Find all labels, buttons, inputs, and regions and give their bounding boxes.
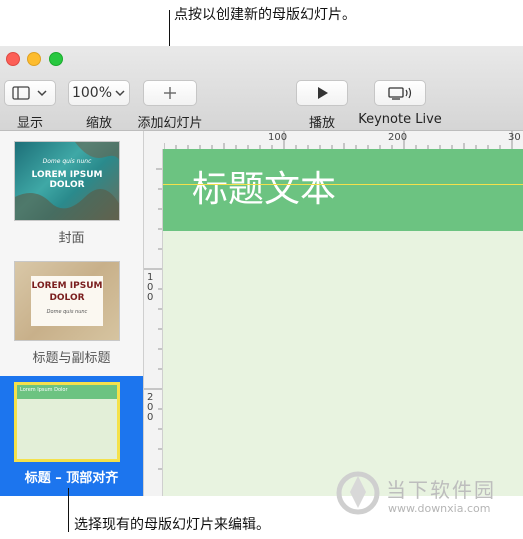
ruler-ticks xyxy=(164,131,513,149)
chevron-down-icon xyxy=(37,90,47,97)
add-slide-button[interactable] xyxy=(143,80,197,106)
master-slide-cover[interactable]: Dome quis nunc LOREM IPSUM DOLOR xyxy=(14,141,120,221)
watermark-url-text: www.downxia.com xyxy=(388,502,491,515)
watermark: 当下软件园 www.downxia.com xyxy=(336,468,516,528)
callout-bottom-line xyxy=(68,488,69,532)
master-slide-label: 标题与副标题 xyxy=(32,351,111,366)
callout-top: 点按以创建新的母版幻灯片。 xyxy=(174,7,356,23)
zoom-window-button[interactable] xyxy=(49,52,63,66)
zoom-label: 缩放 xyxy=(85,116,112,131)
vertical-ruler[interactable]: 1 0 0 2 0 0 xyxy=(144,149,163,496)
ruler-label-100: 1 0 0 xyxy=(147,273,153,303)
ruler-label: 100 xyxy=(268,132,288,143)
horizontal-ruler[interactable]: 100 200 30 xyxy=(164,131,523,150)
alignment-guide xyxy=(163,184,523,185)
ruler-label: 200 xyxy=(388,132,408,143)
watermark-cn-text: 当下软件园 xyxy=(386,478,496,502)
close-window-button[interactable] xyxy=(6,52,20,66)
thumb-title-text: LOREM IPSUM DOLOR xyxy=(31,170,103,190)
view-button[interactable] xyxy=(4,80,56,106)
add-slide-label: 添加幻灯片 xyxy=(137,116,203,131)
zoom-value: 100% xyxy=(71,85,113,101)
toolbar: 显示 100% 缩放 添加幻灯片 播放 Keynote Live xyxy=(0,46,523,131)
keynote-live-button[interactable] xyxy=(374,80,426,106)
ruler-digit: 0 xyxy=(147,292,154,303)
play-button[interactable] xyxy=(296,80,348,106)
thumb-subtitle-text: Dome quis nunc xyxy=(46,309,88,315)
master-slide-title-subtitle[interactable]: LOREM IPSUM DOLOR Dome quis nunc xyxy=(14,261,120,341)
keynote-live-label: Keynote Live xyxy=(358,112,442,127)
master-slide-label-selected: 标题 – 顶部对齐 xyxy=(24,471,119,486)
watermark-logo-icon xyxy=(336,471,380,515)
chevron-down-icon xyxy=(115,90,125,97)
plus-icon xyxy=(164,87,176,99)
master-slide-navigator: Dome quis nunc LOREM IPSUM DOLOR 封面 LORE… xyxy=(0,131,144,496)
ruler-ticks xyxy=(144,168,162,470)
title-placeholder-text[interactable]: 标题文本 xyxy=(192,160,336,212)
master-slide-label: 封面 xyxy=(58,231,85,246)
keynote-window: 显示 100% 缩放 添加幻灯片 播放 Keynote Live Dome qu… xyxy=(0,46,523,496)
thumb-title-text: LOREM IPSUM xyxy=(31,281,103,291)
thumb-script-text: Dome quis nunc xyxy=(42,158,92,165)
thumb-title-text-line2: DOLOR xyxy=(49,293,85,303)
ruler-label: 30 xyxy=(508,132,521,143)
play-label: 播放 xyxy=(308,116,335,131)
view-label: 显示 xyxy=(16,116,43,131)
broadcast-display-icon xyxy=(388,87,412,100)
zoom-select[interactable]: 100% xyxy=(68,80,130,106)
ruler-corner xyxy=(144,131,165,150)
play-icon xyxy=(318,87,328,99)
ruler-digit: 0 xyxy=(147,412,154,423)
thumb-title-text: Lorem Ipsum Dolor xyxy=(20,387,68,393)
sidebar-layout-icon xyxy=(12,86,30,100)
callout-bottom: 选择现有的母版幻灯片来编辑。 xyxy=(74,517,270,533)
ruler-label-200: 2 0 0 xyxy=(147,393,153,423)
master-slide-title-top[interactable]: Lorem Ipsum Dolor xyxy=(14,382,120,462)
minimize-window-button[interactable] xyxy=(27,52,41,66)
